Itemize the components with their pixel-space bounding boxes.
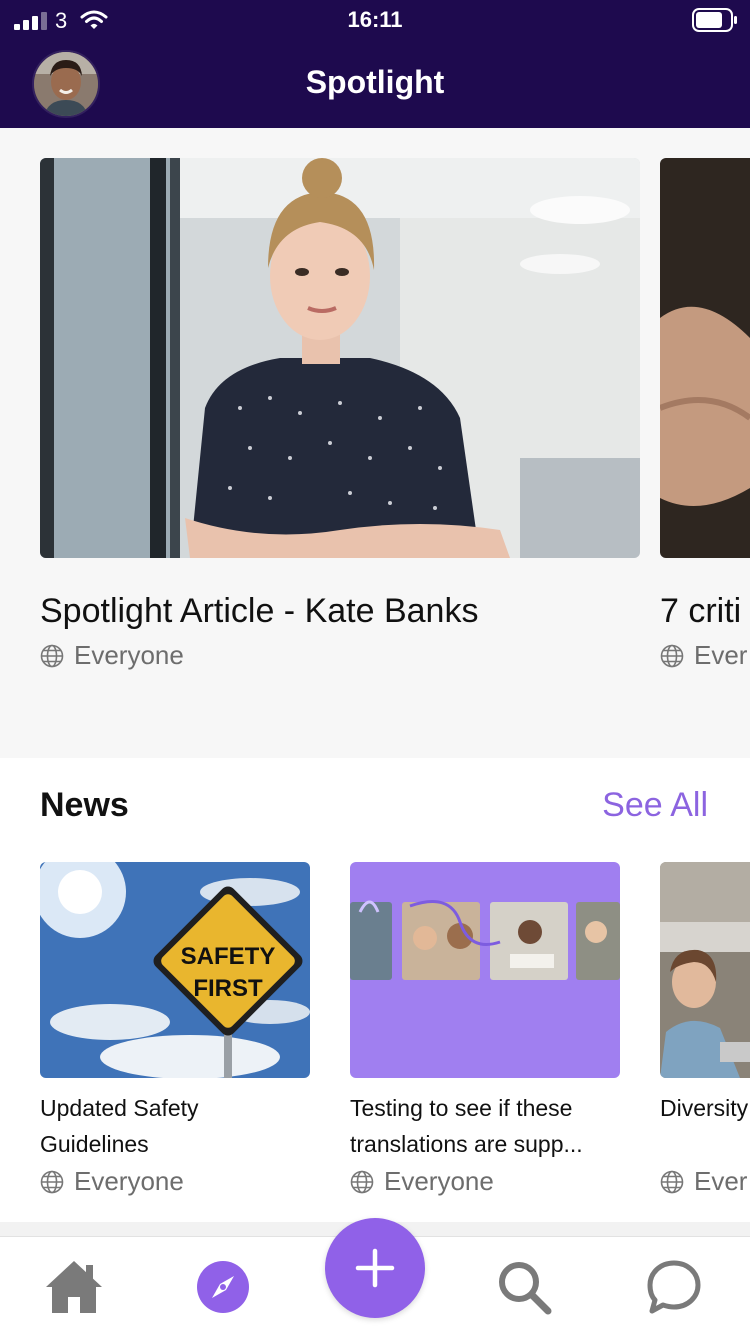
tab-discover[interactable] xyxy=(193,1257,253,1317)
news-card[interactable]: Testing to see if these translations are… xyxy=(350,862,620,1197)
chat-icon xyxy=(647,1260,701,1314)
plus-icon xyxy=(355,1248,395,1288)
sign-text-safety: SAFETY xyxy=(181,943,276,970)
spotlight-card[interactable]: Spotlight Article - Kate Banks Everyone xyxy=(40,158,640,671)
audience-text: Ever xyxy=(694,640,748,670)
spotlight-card-title: Spotlight Article - Kate Banks xyxy=(40,592,479,630)
spotlight-card[interactable]: 7 criti secur Ever xyxy=(660,158,750,671)
audience-label: Everyone xyxy=(350,1166,620,1197)
news-card-image: SAFETY FIRST xyxy=(40,862,310,1078)
home-icon xyxy=(46,1261,102,1313)
news-card-image xyxy=(350,862,620,1078)
sign-text-first: FIRST xyxy=(193,975,263,1002)
globe-icon xyxy=(660,1170,684,1193)
news-card-image xyxy=(660,862,750,1078)
tab-search[interactable] xyxy=(494,1257,554,1317)
compass-icon xyxy=(197,1261,249,1313)
globe-icon xyxy=(350,1170,374,1193)
see-all-link[interactable]: See All xyxy=(602,786,708,825)
audience-text: Ever xyxy=(694,1166,748,1196)
tab-home[interactable] xyxy=(44,1257,104,1317)
spotlight-card-image xyxy=(660,158,750,558)
audience-label: Everyone xyxy=(40,1166,310,1197)
news-card-title: Updated Safety Guidelines xyxy=(40,1095,199,1157)
create-post-button[interactable] xyxy=(325,1218,425,1318)
news-card[interactable]: SAFETY FIRST Updated Safety Guidelines E… xyxy=(40,862,310,1197)
spotlight-card-title: 7 criti secur xyxy=(660,592,750,630)
globe-icon xyxy=(40,644,64,667)
globe-icon xyxy=(40,1170,64,1193)
page-title: Spotlight xyxy=(305,64,445,100)
audience-text: Everyone xyxy=(384,1166,494,1196)
search-icon xyxy=(499,1262,552,1315)
tab-chat[interactable] xyxy=(644,1257,704,1317)
status-time: 16:11 xyxy=(347,7,403,32)
top-bar: 3 16:11 Spotlight xyxy=(0,0,750,128)
globe-icon xyxy=(660,644,684,667)
audience-label: Everyone xyxy=(40,640,640,671)
news-card[interactable]: Diversity Efforts T Ever xyxy=(660,862,750,1197)
news-card-title: Testing to see if these translations are… xyxy=(350,1095,583,1157)
battery-icon xyxy=(692,8,737,32)
spotlight-carousel[interactable]: Spotlight Article - Kate Banks Everyone … xyxy=(0,128,750,758)
audience-label: Ever xyxy=(660,640,750,671)
spotlight-card-image xyxy=(40,158,640,558)
status-bar: 3 16:11 xyxy=(0,0,750,42)
audience-text: Everyone xyxy=(74,640,184,670)
news-card-title: Diversity Efforts T xyxy=(660,1095,750,1121)
audience-text: Everyone xyxy=(74,1166,184,1196)
news-section: News See All SAFETY FIRST Updated Safety… xyxy=(0,758,750,1222)
audience-label: Ever xyxy=(660,1166,750,1197)
news-heading: News xyxy=(40,786,129,824)
